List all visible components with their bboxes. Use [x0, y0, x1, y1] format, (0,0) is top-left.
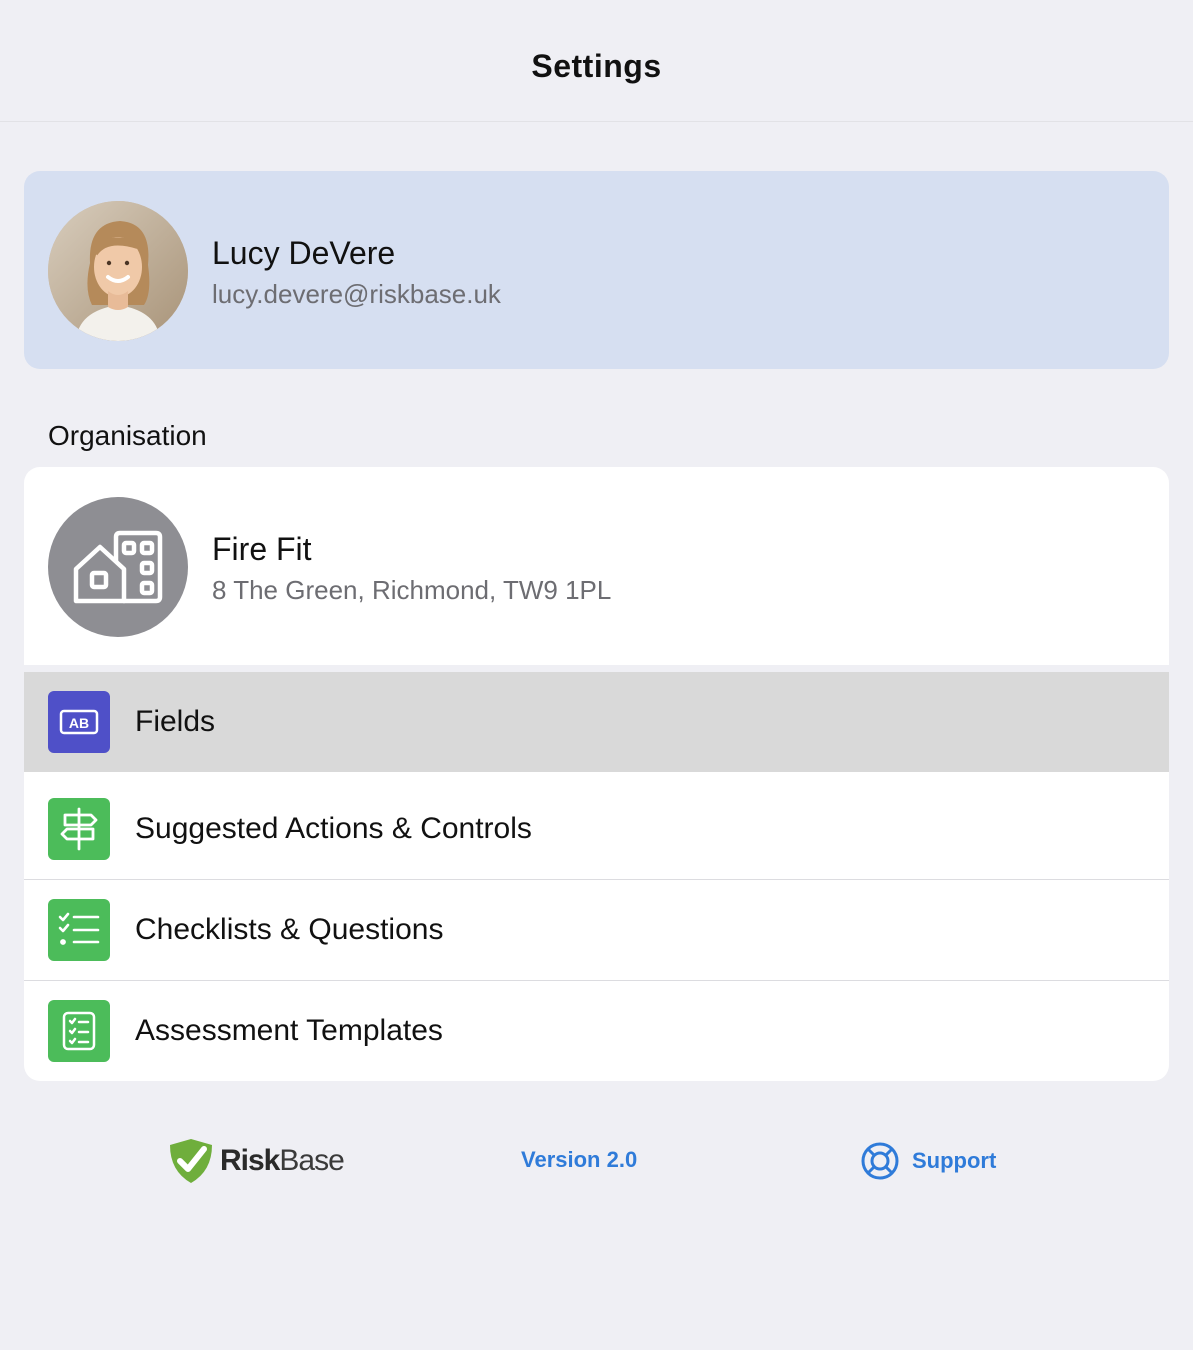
shield-check-icon	[170, 1139, 212, 1183]
menu-item-label: Checklists & Questions	[135, 913, 444, 946]
lifebuoy-icon	[861, 1142, 899, 1180]
organisation-card: Fire Fit 8 The Green, Richmond, TW9 1PL …	[24, 467, 1169, 1081]
menu-item-checklists[interactable]: Checklists & Questions	[24, 880, 1169, 980]
section-header-organisation: Organisation	[48, 420, 207, 451]
profile-email: lucy.devere@riskbase.uk	[212, 279, 501, 309]
version-label: Version 2.0	[521, 1147, 638, 1172]
logo-text-regular: Base	[279, 1144, 344, 1177]
signpost-icon	[48, 798, 110, 860]
menu-item-assessment-templates[interactable]: Assessment Templates	[24, 981, 1169, 1081]
menu-item-label: Assessment Templates	[135, 1014, 443, 1047]
support-link[interactable]: Support	[860, 1140, 996, 1182]
organisation-name: Fire Fit	[212, 531, 312, 567]
menu-item-suggested-actions[interactable]: Suggested Actions & Controls	[24, 779, 1169, 879]
ab-field-icon: AB	[48, 691, 110, 753]
menu-item-label: Suggested Actions & Controls	[135, 812, 532, 845]
menu-item-label: Fields	[135, 705, 216, 738]
profile-name: Lucy DeVere	[212, 235, 396, 271]
page-title: Settings	[531, 48, 662, 84]
navigation-bar: Settings	[0, 0, 1193, 122]
organisation-row[interactable]: Fire Fit 8 The Green, Richmond, TW9 1PL	[24, 467, 1169, 665]
template-icon	[48, 1000, 110, 1062]
riskbase-logo: RiskBase	[168, 1137, 345, 1185]
section-gap	[24, 665, 1169, 672]
profile-card[interactable]: Lucy DeVere lucy.devere@riskbase.uk	[24, 171, 1169, 369]
svg-text:AB: AB	[69, 715, 89, 731]
menu-item-fields[interactable]: AB Fields	[24, 672, 1169, 772]
avatar	[48, 201, 188, 341]
checklist-icon	[48, 899, 110, 961]
organisation-address: 8 The Green, Richmond, TW9 1PL	[212, 575, 612, 605]
logo-text-bold: Risk	[220, 1144, 280, 1177]
support-label: Support	[912, 1148, 997, 1173]
buildings-icon	[48, 497, 188, 637]
